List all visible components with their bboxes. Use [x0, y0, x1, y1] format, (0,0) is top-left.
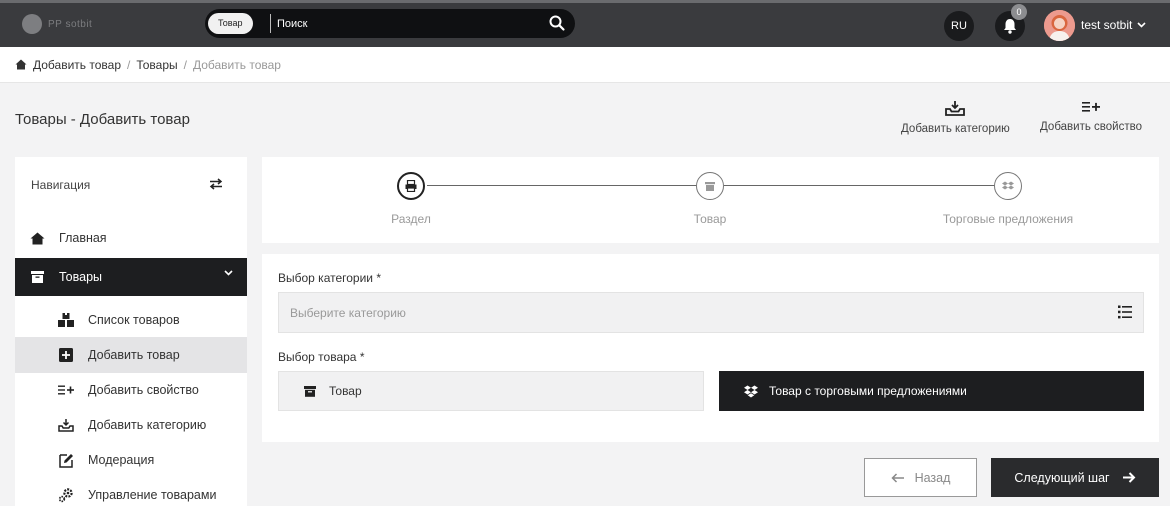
back-button[interactable]: Назад [864, 458, 977, 497]
arrow-left-icon [891, 472, 904, 483]
user-menu[interactable]: test sotbit [1081, 18, 1146, 32]
next-button-label: Следующий шаг [1014, 470, 1110, 485]
sidebar-item-label: Модерация [88, 453, 155, 467]
product-form: Выбор категории * Выберите категорию Выб… [262, 254, 1159, 442]
step-2-indicator [696, 172, 724, 200]
back-button-label: Назад [914, 470, 951, 485]
sidebar-item-product-management[interactable]: Управление товарами [15, 477, 247, 506]
arrow-right-icon [1122, 472, 1136, 483]
search-input[interactable] [277, 13, 527, 34]
step-1-label: Раздел [391, 212, 431, 226]
stepper-connector [427, 185, 710, 186]
product-type-simple-option[interactable]: Товар [278, 371, 704, 411]
sidebar-item-add-category[interactable]: Добавить категорию [15, 407, 247, 443]
inbox-download-icon [945, 101, 966, 116]
add-property-button[interactable]: Добавить свойство [1040, 100, 1142, 133]
search-icon[interactable] [548, 14, 566, 32]
search-bar: Товар [205, 9, 575, 38]
bell-icon [1004, 19, 1016, 34]
list-plus-icon [1081, 102, 1100, 112]
sidebar: Навигация Главная Товары Список товаров … [15, 157, 247, 506]
top-bar: PP sotbit Товар RU 0 test sotbit [0, 0, 1170, 47]
plus-square-icon [58, 347, 74, 363]
swap-arrows-icon[interactable] [209, 178, 223, 190]
breadcrumb-link-products[interactable]: Товары [136, 58, 177, 72]
home-icon[interactable] [15, 59, 27, 70]
logo[interactable]: PP sotbit [22, 11, 122, 37]
chevron-down-icon [224, 270, 233, 276]
search-scope-chip[interactable]: Товар [208, 13, 253, 34]
sidebar-item-product-list[interactable]: Список товаров [15, 302, 247, 338]
sidebar-heading: Навигация [31, 178, 91, 192]
breadcrumb-link-add-product[interactable]: Добавить товар [33, 58, 121, 72]
sidebar-item-label: Список товаров [88, 313, 180, 327]
sidebar-item-label: Главная [59, 231, 107, 245]
category-select[interactable]: Выберите категорию [278, 292, 1144, 333]
breadcrumb-current: Добавить товар [192, 57, 281, 72]
gears-icon [58, 487, 74, 503]
printer-icon [405, 180, 417, 192]
sidebar-item-label: Добавить свойство [88, 383, 199, 397]
user-avatar-icon [1044, 10, 1075, 41]
add-category-label: Добавить категорию [901, 123, 1010, 135]
archive-box-icon [705, 181, 715, 191]
stepper: Раздел Товар Торговые предложения [262, 157, 1159, 243]
add-property-label: Добавить свойство [1040, 121, 1142, 133]
chevron-down-icon [1137, 22, 1146, 28]
stepper-connector [724, 185, 1007, 186]
archive-box-icon [29, 269, 45, 285]
breadcrumb: Добавить товар / Товары / Добавить товар [0, 47, 1170, 83]
sidebar-item-label: Товары [59, 270, 102, 284]
sidebar-item-label: Добавить категорию [88, 418, 207, 432]
notification-count-badge: 0 [1011, 4, 1027, 20]
dropbox-icon [1002, 181, 1014, 189]
edit-icon [58, 452, 74, 468]
avatar[interactable] [1044, 10, 1075, 41]
list-plus-icon [58, 382, 74, 398]
breadcrumb-separator: / [127, 57, 131, 72]
next-step-button[interactable]: Следующий шаг [991, 458, 1159, 497]
dropbox-icon [744, 385, 758, 397]
sidebar-item-label: Управление товарами [88, 488, 217, 502]
home-icon [29, 230, 45, 246]
language-switch[interactable]: RU [944, 11, 974, 41]
user-name: test sotbit [1081, 18, 1133, 32]
step-1-indicator [397, 172, 425, 200]
breadcrumb-separator: / [183, 57, 187, 72]
logo-mark [22, 14, 42, 34]
sidebar-item-products[interactable]: Товары [15, 258, 247, 296]
step-3-label: Торговые предложения [942, 212, 1074, 226]
step-2-label: Товар [693, 212, 727, 226]
sidebar-item-home[interactable]: Главная [15, 220, 247, 256]
sidebar-item-label: Добавить товар [88, 348, 180, 362]
sidebar-item-add-property[interactable]: Добавить свойство [15, 372, 247, 408]
option-label: Товар с торговыми предложениями [769, 384, 967, 398]
logo-text: PP sotbit [48, 18, 93, 30]
page-title: Товары - Добавить товар [15, 111, 190, 128]
sidebar-item-add-product[interactable]: Добавить товар [15, 337, 247, 373]
list-icon[interactable] [1118, 305, 1132, 319]
category-placeholder: Выберите категорию [290, 305, 406, 320]
inbox-download-icon [58, 417, 74, 433]
boxes-icon [58, 312, 74, 328]
sidebar-item-moderation[interactable]: Модерация [15, 442, 247, 478]
archive-box-icon [304, 385, 316, 397]
category-label: Выбор категории * [278, 271, 382, 285]
option-label: Товар [329, 384, 362, 398]
add-category-button[interactable]: Добавить категорию [901, 100, 1010, 135]
product-type-label: Выбор товара * [278, 350, 365, 364]
product-type-offers-option[interactable]: Товар с торговыми предложениями [719, 371, 1144, 411]
search-divider [270, 14, 271, 33]
step-3-indicator [994, 172, 1022, 200]
